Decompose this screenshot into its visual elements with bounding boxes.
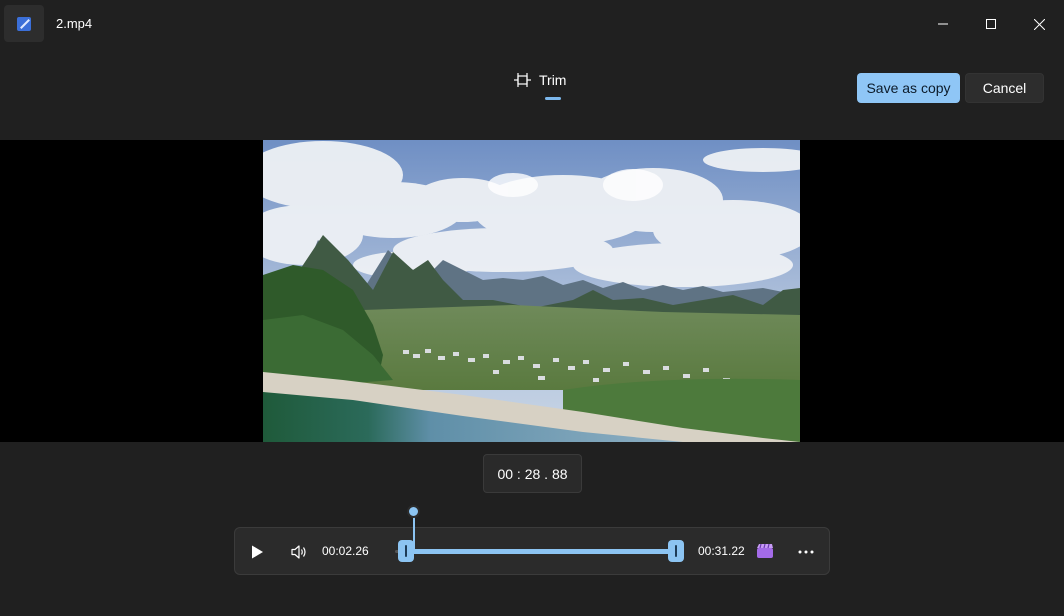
- playhead-handle[interactable]: [407, 505, 420, 518]
- current-time-display: 00 : 28 . 88: [483, 454, 582, 493]
- minimize-icon: [938, 23, 948, 25]
- maximize-button[interactable]: [968, 4, 1014, 44]
- cancel-button[interactable]: Cancel: [965, 73, 1044, 103]
- play-icon: [252, 545, 263, 559]
- maximize-icon: [986, 19, 996, 29]
- title-bar: 2.mp4: [0, 0, 1064, 48]
- trim-start-time: 00:02.26: [322, 544, 369, 558]
- trim-icon: [514, 73, 531, 87]
- playhead-line: [413, 514, 415, 550]
- more-icon: [798, 550, 814, 554]
- trim-end-time: 00:31.22: [698, 544, 745, 558]
- playback-controls: 00:02.26 00:31.22: [234, 505, 830, 575]
- video-preview-image: [263, 140, 800, 442]
- close-button[interactable]: [1016, 4, 1062, 44]
- trim-selected-range: [407, 549, 677, 554]
- tab-selected-indicator: [545, 97, 561, 100]
- trim-end-handle[interactable]: [668, 540, 684, 562]
- volume-button[interactable]: [287, 540, 311, 564]
- close-icon: [1033, 18, 1045, 30]
- save-as-copy-button[interactable]: Save as copy: [857, 73, 960, 103]
- more-options-button[interactable]: [795, 540, 817, 564]
- minimize-button[interactable]: [920, 4, 966, 44]
- volume-icon: [291, 545, 306, 559]
- clapperboard-icon: [757, 543, 773, 558]
- tab-trim-label: Trim: [539, 72, 567, 88]
- video-stage: [0, 140, 1064, 442]
- clipchamp-button[interactable]: [754, 540, 776, 562]
- play-button[interactable]: [245, 540, 269, 564]
- file-name: 2.mp4: [56, 16, 93, 31]
- trim-start-handle[interactable]: [398, 540, 414, 562]
- video-frame[interactable]: [263, 140, 800, 442]
- photos-edit-icon[interactable]: [4, 5, 44, 42]
